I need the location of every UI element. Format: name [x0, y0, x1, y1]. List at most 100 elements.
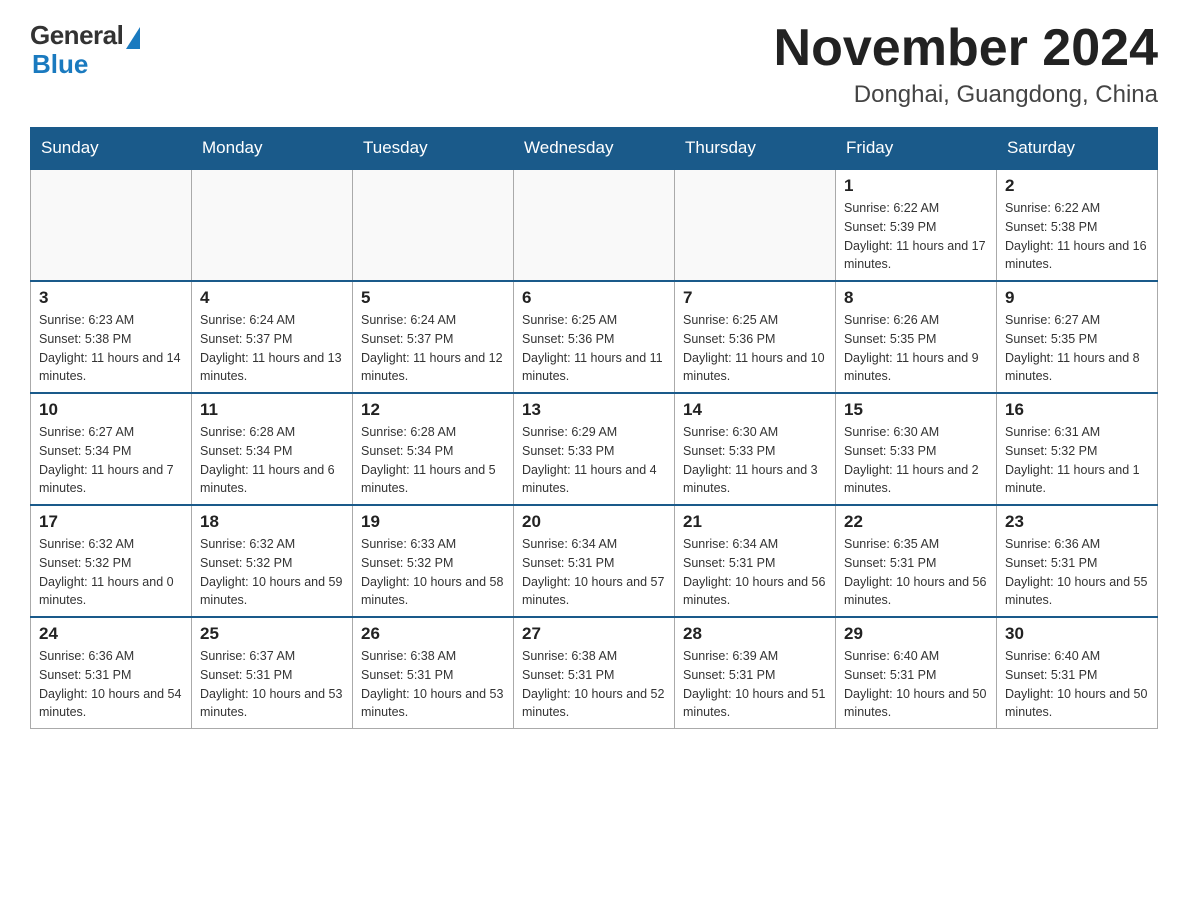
calendar-cell: 6Sunrise: 6:25 AMSunset: 5:36 PMDaylight…: [514, 281, 675, 393]
day-number: 9: [1005, 288, 1149, 308]
day-number: 19: [361, 512, 505, 532]
day-number: 17: [39, 512, 183, 532]
calendar-cell: 4 Sunrise: 6:24 AMSunset: 5:37 PMDaylight…: [192, 281, 353, 393]
calendar-cell: 30 Sunrise: 6:40 AMSunset: 5:31 PMDayligh…: [997, 617, 1158, 729]
page-header: General Blue November 2024 Donghai, Guan…: [30, 20, 1158, 109]
day-info: Sunrise: 6:24 AMSunset: 5:37 PMDaylight:…: [361, 311, 505, 386]
day-number: 6: [522, 288, 666, 308]
weekday-header-wednesday: Wednesday: [514, 128, 675, 170]
calendar-cell: 14 Sunrise: 6:30 AMSunset: 5:33 PMDayligh…: [675, 393, 836, 505]
day-info: Sunrise: 6:38 AMSunset: 5:31 PMDaylight:…: [361, 647, 505, 722]
calendar-cell: 2 Sunrise: 6:22 AMSunset: 5:38 PMDaylight…: [997, 169, 1158, 281]
logo: General Blue: [30, 20, 140, 80]
day-number: 29: [844, 624, 988, 644]
week-row-3: 10Sunrise: 6:27 AMSunset: 5:34 PMDayligh…: [31, 393, 1158, 505]
calendar-cell: 28 Sunrise: 6:39 AMSunset: 5:31 PMDayligh…: [675, 617, 836, 729]
calendar-cell: 24 Sunrise: 6:36 AMSunset: 5:31 PMDayligh…: [31, 617, 192, 729]
day-number: 10: [39, 400, 183, 420]
day-number: 3: [39, 288, 183, 308]
day-number: 28: [683, 624, 827, 644]
day-number: 25: [200, 624, 344, 644]
week-row-5: 24 Sunrise: 6:36 AMSunset: 5:31 PMDayligh…: [31, 617, 1158, 729]
day-info: Sunrise: 6:34 AMSunset: 5:31 PMDaylight:…: [522, 535, 666, 610]
day-number: 12: [361, 400, 505, 420]
location-title: Donghai, Guangdong, China: [774, 81, 1158, 109]
weekday-header-sunday: Sunday: [31, 128, 192, 170]
day-number: 2: [1005, 176, 1149, 196]
day-info: Sunrise: 6:32 AMSunset: 5:32 PMDaylight:…: [200, 535, 344, 610]
day-number: 27: [522, 624, 666, 644]
day-number: 30: [1005, 624, 1149, 644]
day-info: Sunrise: 6:25 AMSunset: 5:36 PMDaylight:…: [683, 311, 827, 386]
day-info: Sunrise: 6:36 AMSunset: 5:31 PMDaylight:…: [39, 647, 183, 722]
day-info: Sunrise: 6:34 AMSunset: 5:31 PMDaylight:…: [683, 535, 827, 610]
calendar-cell: 5 Sunrise: 6:24 AMSunset: 5:37 PMDaylight…: [353, 281, 514, 393]
day-info: Sunrise: 6:40 AMSunset: 5:31 PMDaylight:…: [844, 647, 988, 722]
day-number: 18: [200, 512, 344, 532]
day-info: Sunrise: 6:24 AMSunset: 5:37 PMDaylight:…: [200, 311, 344, 386]
day-number: 1: [844, 176, 988, 196]
day-number: 7: [683, 288, 827, 308]
day-number: 15: [844, 400, 988, 420]
calendar-cell: 10Sunrise: 6:27 AMSunset: 5:34 PMDayligh…: [31, 393, 192, 505]
calendar-cell: [675, 169, 836, 281]
calendar-cell: 9Sunrise: 6:27 AMSunset: 5:35 PMDaylight…: [997, 281, 1158, 393]
day-info: Sunrise: 6:22 AMSunset: 5:38 PMDaylight:…: [1005, 199, 1149, 274]
calendar-cell: 17Sunrise: 6:32 AMSunset: 5:32 PMDayligh…: [31, 505, 192, 617]
day-number: 20: [522, 512, 666, 532]
calendar-cell: [192, 169, 353, 281]
week-row-4: 17 Sunrise: 6:32 AMSunset: 5:32 PMDayligh…: [31, 505, 1158, 617]
month-title: November 2024: [774, 20, 1158, 77]
calendar-cell: 12Sunrise: 6:28 AMSunset: 5:34 PMDayligh…: [353, 393, 514, 505]
day-info: Sunrise: 6:37 AMSunset: 5:31 PMDaylight:…: [200, 647, 344, 722]
weekday-header-saturday: Saturday: [997, 128, 1158, 170]
day-number: 13: [522, 400, 666, 420]
weekday-header-row: SundayMondayTuesdayWednesdayThursdayFrid…: [31, 128, 1158, 170]
day-number: 16: [1005, 400, 1149, 420]
logo-triangle-icon: [126, 27, 140, 49]
day-number: 11: [200, 400, 344, 420]
calendar-cell: 16 Sunrise: 6:31 AMSunset: 5:32 PMDayligh…: [997, 393, 1158, 505]
calendar-cell: [353, 169, 514, 281]
day-info: Sunrise: 6:29 AMSunset: 5:33 PMDaylight:…: [522, 423, 666, 498]
calendar-cell: 11 Sunrise: 6:28 AMSunset: 5:34 PMDayligh…: [192, 393, 353, 505]
calendar-cell: 8Sunrise: 6:26 AMSunset: 5:35 PMDaylight…: [836, 281, 997, 393]
calendar-cell: 13 Sunrise: 6:29 AMSunset: 5:33 PMDayligh…: [514, 393, 675, 505]
day-info: Sunrise: 6:22 AMSunset: 5:39 PMDaylight:…: [844, 199, 988, 274]
day-number: 4: [200, 288, 344, 308]
day-info: Sunrise: 6:38 AMSunset: 5:31 PMDaylight:…: [522, 647, 666, 722]
day-number: 22: [844, 512, 988, 532]
weekday-header-tuesday: Tuesday: [353, 128, 514, 170]
day-info: Sunrise: 6:23 AMSunset: 5:38 PMDaylight:…: [39, 311, 183, 386]
day-number: 8: [844, 288, 988, 308]
calendar-cell: 19Sunrise: 6:33 AMSunset: 5:32 PMDayligh…: [353, 505, 514, 617]
day-info: Sunrise: 6:28 AMSunset: 5:34 PMDaylight:…: [200, 423, 344, 498]
calendar-cell: 18 Sunrise: 6:32 AMSunset: 5:32 PMDayligh…: [192, 505, 353, 617]
day-info: Sunrise: 6:30 AMSunset: 5:33 PMDaylight:…: [683, 423, 827, 498]
day-info: Sunrise: 6:30 AMSunset: 5:33 PMDaylight:…: [844, 423, 988, 498]
calendar-cell: [514, 169, 675, 281]
weekday-header-friday: Friday: [836, 128, 997, 170]
calendar-cell: 23Sunrise: 6:36 AMSunset: 5:31 PMDayligh…: [997, 505, 1158, 617]
weekday-header-monday: Monday: [192, 128, 353, 170]
calendar-cell: 29 Sunrise: 6:40 AMSunset: 5:31 PMDayligh…: [836, 617, 997, 729]
logo-blue-text: Blue: [30, 49, 88, 80]
title-area: November 2024 Donghai, Guangdong, China: [774, 20, 1158, 109]
day-info: Sunrise: 6:35 AMSunset: 5:31 PMDaylight:…: [844, 535, 988, 610]
day-info: Sunrise: 6:40 AMSunset: 5:31 PMDaylight:…: [1005, 647, 1149, 722]
calendar-cell: 20 Sunrise: 6:34 AMSunset: 5:31 PMDayligh…: [514, 505, 675, 617]
day-info: Sunrise: 6:31 AMSunset: 5:32 PMDaylight:…: [1005, 423, 1149, 498]
week-row-2: 3 Sunrise: 6:23 AMSunset: 5:38 PMDaylight…: [31, 281, 1158, 393]
day-number: 5: [361, 288, 505, 308]
day-number: 21: [683, 512, 827, 532]
calendar-cell: 7 Sunrise: 6:25 AMSunset: 5:36 PMDaylight…: [675, 281, 836, 393]
calendar-cell: 22 Sunrise: 6:35 AMSunset: 5:31 PMDayligh…: [836, 505, 997, 617]
calendar-cell: 1 Sunrise: 6:22 AMSunset: 5:39 PMDaylight…: [836, 169, 997, 281]
calendar-cell: 21 Sunrise: 6:34 AMSunset: 5:31 PMDayligh…: [675, 505, 836, 617]
day-number: 24: [39, 624, 183, 644]
logo-general-text: General: [30, 20, 123, 51]
day-number: 14: [683, 400, 827, 420]
calendar-cell: 25 Sunrise: 6:37 AMSunset: 5:31 PMDayligh…: [192, 617, 353, 729]
calendar-cell: [31, 169, 192, 281]
day-info: Sunrise: 6:39 AMSunset: 5:31 PMDaylight:…: [683, 647, 827, 722]
